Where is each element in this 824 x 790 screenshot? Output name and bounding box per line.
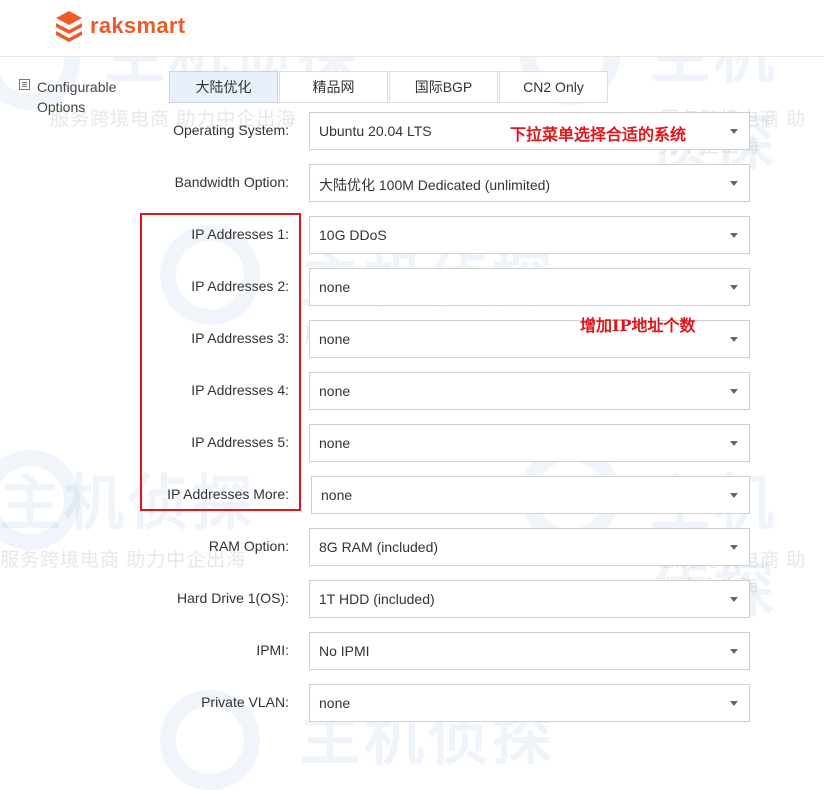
header-bar: raksmart xyxy=(0,0,824,57)
chevron-down-icon xyxy=(730,181,738,186)
ip-addresses-highlight-box xyxy=(140,213,301,511)
select-value: 10G DDoS xyxy=(319,227,387,243)
chevron-down-icon xyxy=(730,441,738,446)
chevron-down-icon xyxy=(730,285,738,290)
option-row-ram: RAM Option: 8G RAM (included) xyxy=(0,528,824,566)
ram-option-select[interactable]: 8G RAM (included) xyxy=(309,528,750,566)
tab-cn2-only[interactable]: CN2 Only xyxy=(499,71,608,103)
brand-logo[interactable]: raksmart xyxy=(54,10,185,42)
option-row-ipmi: IPMI: No IPMI xyxy=(0,632,824,670)
ram-option-label: RAM Option: xyxy=(208,538,289,554)
hard-drive-1-select[interactable]: 1T HDD (included) xyxy=(309,580,750,618)
chevron-down-icon xyxy=(730,129,738,134)
option-row-operating-system: Operating System: Ubuntu 20.04 LTS xyxy=(0,112,824,150)
private-vlan-select[interactable]: none xyxy=(309,684,750,722)
chevron-down-icon xyxy=(730,389,738,394)
ip-addresses-more-select[interactable]: none xyxy=(311,476,750,514)
raksmart-logo-icon xyxy=(56,11,82,42)
select-value: 8G RAM (included) xyxy=(319,539,439,555)
select-value: none xyxy=(319,279,351,295)
option-row-ip-addresses-1: IP Addresses 1: 10G DDoS xyxy=(0,216,824,254)
ip-addresses-2-select[interactable]: none xyxy=(309,268,750,306)
ip-addresses-4-select[interactable]: none xyxy=(309,372,750,410)
ipmi-select[interactable]: No IPMI xyxy=(309,632,750,670)
select-value: none xyxy=(319,331,351,347)
tab-mainland-optimized[interactable]: 大陆优化 xyxy=(169,71,278,103)
option-row-ip-addresses-2: IP Addresses 2: none xyxy=(0,268,824,306)
bandwidth-option-label: Bandwidth Option: xyxy=(174,174,289,190)
option-row-bandwidth: Bandwidth Option: 大陆优化 100M Dedicated (u… xyxy=(0,164,824,202)
chevron-down-icon xyxy=(730,701,738,706)
option-row-ip-addresses-4: IP Addresses 4: none xyxy=(0,372,824,410)
select-value: none xyxy=(321,487,353,503)
chevron-down-icon xyxy=(730,493,738,498)
bandwidth-option-select[interactable]: 大陆优化 100M Dedicated (unlimited) xyxy=(309,164,750,202)
section-title-line1: Configurable xyxy=(37,79,117,95)
select-value: 1T HDD (included) xyxy=(319,591,435,607)
network-tabs: 大陆优化 精品网 国际BGP CN2 Only xyxy=(169,71,609,103)
tab-international-bgp[interactable]: 国际BGP xyxy=(389,71,498,103)
select-value: 大陆优化 100M Dedicated (unlimited) xyxy=(319,177,551,193)
select-value: none xyxy=(319,435,351,451)
chevron-down-icon xyxy=(730,233,738,238)
ipmi-label: IPMI: xyxy=(256,642,289,658)
option-row-hard-drive-1: Hard Drive 1(OS): 1T HDD (included) xyxy=(0,580,824,618)
hard-drive-1-label: Hard Drive 1(OS): xyxy=(176,590,289,606)
brand-name: raksmart xyxy=(90,13,186,38)
os-annotation: 下拉菜单选择合适的系统 xyxy=(510,125,687,144)
list-icon xyxy=(19,79,30,90)
select-value: Ubuntu 20.04 LTS xyxy=(319,123,432,139)
select-value: No IPMI xyxy=(319,643,370,659)
option-row-ip-addresses-5: IP Addresses 5: none xyxy=(0,424,824,462)
tab-premium-network[interactable]: 精品网 xyxy=(279,71,388,103)
section-title: Configurable Options xyxy=(37,77,147,117)
select-value: none xyxy=(319,383,351,399)
ip-addresses-5-select[interactable]: none xyxy=(309,424,750,462)
option-row-private-vlan: Private VLAN: none xyxy=(0,684,824,722)
private-vlan-label: Private VLAN: xyxy=(201,694,289,710)
ip-addresses-1-select[interactable]: 10G DDoS xyxy=(309,216,750,254)
operating-system-label: Operating System: xyxy=(173,122,289,138)
chevron-down-icon xyxy=(730,545,738,550)
select-value: none xyxy=(319,695,351,711)
chevron-down-icon xyxy=(730,597,738,602)
chevron-down-icon xyxy=(730,649,738,654)
option-row-ip-addresses-3: IP Addresses 3: none xyxy=(0,320,824,358)
chevron-down-icon xyxy=(730,337,738,342)
ip-annotation: 增加IP地址个数 xyxy=(580,316,696,335)
option-row-ip-addresses-more: IP Addresses More: none xyxy=(0,476,824,514)
